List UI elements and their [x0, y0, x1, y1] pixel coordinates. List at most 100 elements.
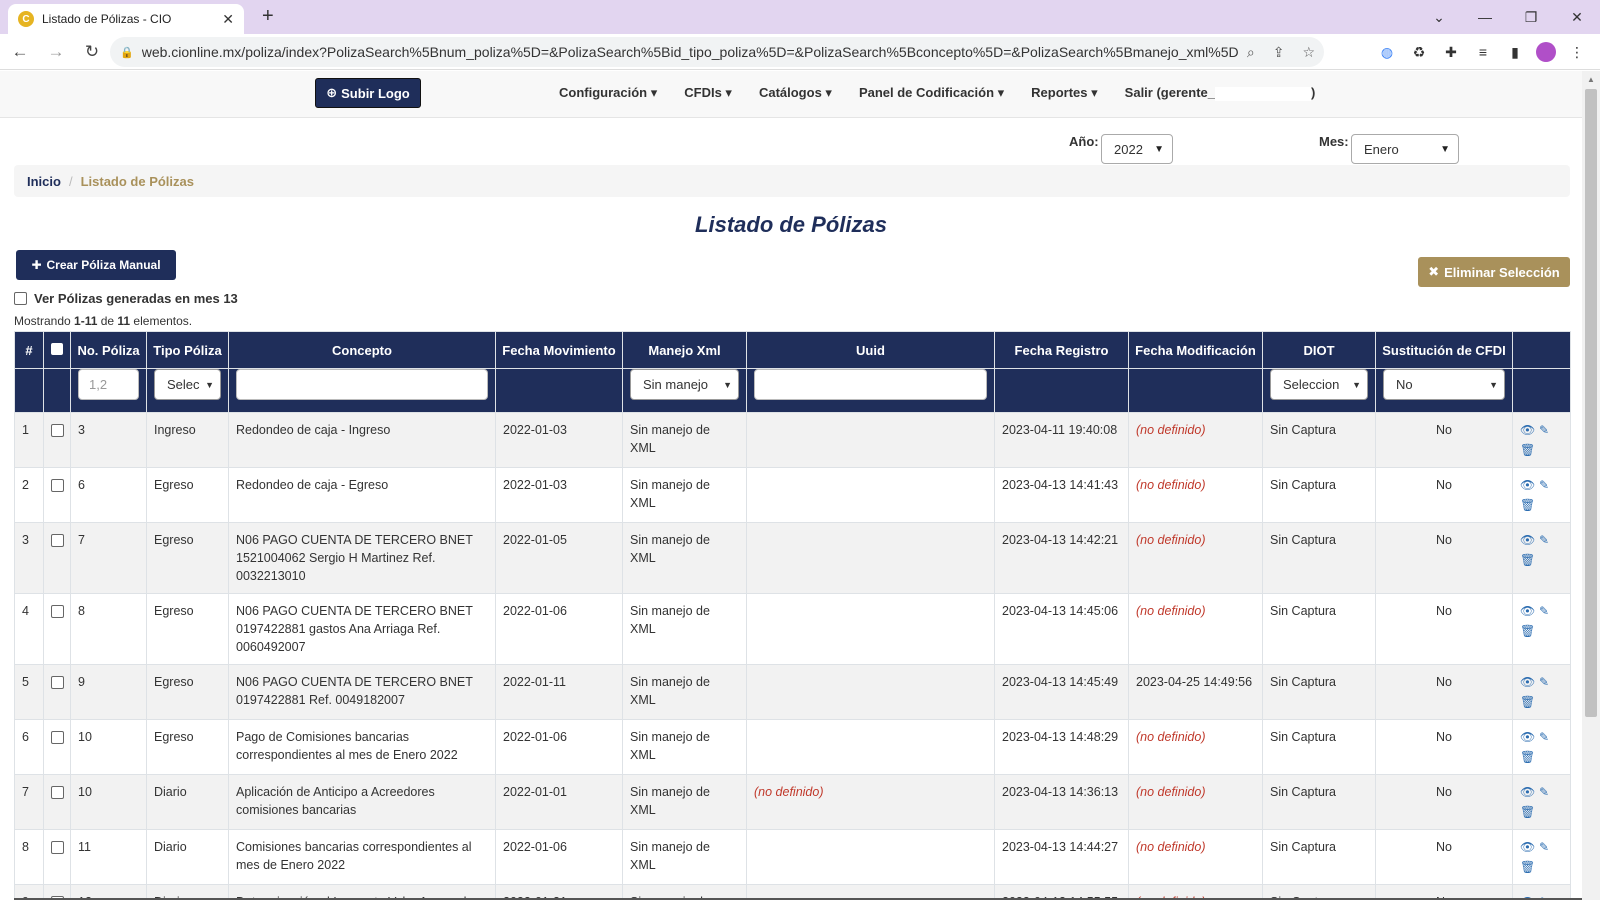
media-queue-icon[interactable]: ≡: [1472, 42, 1494, 62]
concepto-filter-input[interactable]: [236, 369, 488, 400]
col-header-tipo-poliza[interactable]: Tipo Póliza: [146, 331, 229, 369]
zoom-icon[interactable]: ⌕: [1247, 44, 1255, 61]
col-header-diot[interactable]: DIOT: [1262, 331, 1376, 369]
scrollbar-thumb[interactable]: [1585, 89, 1597, 717]
lock-icon[interactable]: 🔒: [120, 46, 134, 59]
month-select[interactable]: Enero ▼: [1351, 134, 1459, 164]
col-header-select-all[interactable]: [43, 331, 71, 369]
extension-g-icon[interactable]: ◍: [1376, 42, 1398, 62]
pencil-icon[interactable]: ✎: [1538, 531, 1550, 549]
trash-icon[interactable]: 🗑: [1520, 551, 1535, 569]
pencil-icon[interactable]: ✎: [1538, 783, 1550, 801]
eye-icon[interactable]: 👁: [1520, 673, 1535, 691]
cell-concepto-text: Pago de Comisiones bancarias correspondi…: [236, 730, 458, 762]
trash-icon[interactable]: 🗑: [1520, 803, 1535, 821]
cell-concepto-text: N06 PAGO CUENTA DE TERCERO BNET 01974228…: [236, 604, 473, 654]
col-header-manejo-xml[interactable]: Manejo Xml: [622, 331, 747, 369]
cell-sustitucion: No: [1375, 829, 1513, 885]
col-header-concepto[interactable]: Concepto: [228, 331, 496, 369]
side-panel-icon[interactable]: ▮: [1504, 42, 1526, 62]
upload-logo-button[interactable]: ⊕ Subir Logo: [315, 78, 421, 108]
cell-sustitucion-text: No: [1436, 785, 1452, 799]
close-window-icon[interactable]: ✕: [1554, 0, 1600, 34]
eye-icon[interactable]: 👁: [1520, 728, 1535, 746]
pencil-icon[interactable]: ✎: [1538, 602, 1550, 620]
tipo-poliza-filter-select[interactable]: Selec ▼: [154, 369, 221, 400]
col-header-no-poliza[interactable]: No. Póliza: [70, 331, 147, 369]
summary-prefix: Mostrando: [14, 314, 75, 328]
row-checkbox[interactable]: [51, 676, 64, 689]
pencil-icon[interactable]: ✎: [1538, 673, 1550, 691]
col-header-uuid[interactable]: Uuid: [746, 331, 995, 369]
row-checkbox[interactable]: [51, 534, 64, 547]
sustitucion-filter-select[interactable]: No ▼: [1383, 369, 1505, 400]
back-icon[interactable]: ←: [4, 42, 36, 62]
row-checkbox[interactable]: [51, 479, 64, 492]
eye-icon[interactable]: 👁: [1520, 421, 1535, 439]
menu-catalogos[interactable]: Catálogos ▾: [759, 85, 832, 101]
bookmark-star-icon[interactable]: ☆: [1302, 44, 1315, 61]
col-header-sustitucion-cfdi[interactable]: Sustitución de CFDI: [1375, 331, 1513, 369]
row-checkbox[interactable]: [51, 424, 64, 437]
row-action-icons: 👁✎🗑: [1520, 476, 1550, 514]
manejo-xml-filter-select[interactable]: Sin manejo ▼: [630, 369, 739, 400]
close-tab-icon[interactable]: ✕: [222, 11, 234, 28]
select-all-checkbox[interactable]: [51, 342, 63, 355]
row-checkbox[interactable]: [51, 841, 64, 854]
diot-filter-select[interactable]: Seleccion ▼: [1270, 369, 1368, 400]
eye-icon[interactable]: 👁: [1520, 602, 1535, 620]
row-checkbox[interactable]: [51, 605, 64, 618]
pencil-icon[interactable]: ✎: [1538, 421, 1550, 439]
uuid-filter-input[interactable]: [754, 369, 987, 400]
page-scrollbar[interactable]: ▲: [1582, 71, 1600, 900]
trash-icon[interactable]: 🗑: [1520, 748, 1535, 766]
num-poliza-filter-input[interactable]: 1,2: [78, 369, 139, 400]
url-text[interactable]: web.cionline.mx/poliza/index?PolizaSearc…: [142, 44, 1238, 60]
year-select[interactable]: 2022 ▼: [1101, 134, 1173, 164]
row-checkbox[interactable]: [51, 731, 64, 744]
mes13-toggle[interactable]: Ver Pólizas generadas en mes 13: [14, 291, 238, 306]
trash-icon[interactable]: 🗑: [1520, 496, 1535, 514]
extensions-puzzle-icon[interactable]: ✚: [1440, 42, 1462, 62]
eye-icon[interactable]: 👁: [1520, 531, 1535, 549]
scroll-up-icon[interactable]: ▲: [1587, 75, 1595, 84]
eye-icon[interactable]: 👁: [1520, 783, 1535, 801]
trash-icon[interactable]: 🗑: [1520, 858, 1535, 876]
menu-configuracion[interactable]: Configuración ▾: [559, 85, 657, 101]
tab-search-icon[interactable]: ⌄: [1416, 0, 1462, 34]
share-icon[interactable]: ⇪: [1273, 44, 1285, 61]
eye-icon[interactable]: 👁: [1520, 476, 1535, 494]
extension-recycle-icon[interactable]: ♻: [1408, 42, 1430, 62]
breadcrumb-home-link[interactable]: Inicio: [27, 174, 61, 189]
new-tab-icon[interactable]: +: [262, 5, 274, 28]
forward-icon[interactable]: →: [40, 42, 72, 62]
create-manual-poliza-button[interactable]: ✚ Crear Póliza Manual: [16, 250, 176, 280]
browser-menu-icon[interactable]: ⋮: [1566, 42, 1588, 62]
col-header-fecha-movimiento[interactable]: Fecha Movimiento: [495, 331, 623, 369]
restore-icon[interactable]: ❐: [1508, 0, 1554, 34]
col-header-fecha-modificacion[interactable]: Fecha Modificación: [1128, 331, 1263, 369]
trash-icon[interactable]: 🗑: [1520, 622, 1535, 640]
menu-cfdis[interactable]: CFDIs ▾: [684, 85, 732, 101]
trash-icon[interactable]: 🗑: [1520, 441, 1535, 459]
logout-link[interactable]: Salir (gerente_): [1125, 85, 1315, 101]
delete-selection-button[interactable]: ✖ Eliminar Selección: [1418, 257, 1570, 287]
menu-reportes[interactable]: Reportes ▾: [1031, 85, 1098, 101]
pencil-icon[interactable]: ✎: [1538, 728, 1550, 746]
address-bar[interactable]: 🔒 web.cionline.mx/poliza/index?PolizaSea…: [110, 37, 1324, 67]
reload-icon[interactable]: ↻: [76, 42, 108, 62]
browser-tab[interactable]: C Listado de Pólizas - CIO ✕: [8, 4, 244, 34]
pencil-icon[interactable]: ✎: [1538, 476, 1550, 494]
cell-concepto: N06 PAGO CUENTA DE TERCERO BNET 15210040…: [228, 522, 496, 594]
row-checkbox[interactable]: [51, 786, 64, 799]
profile-avatar[interactable]: [1536, 42, 1556, 62]
mes13-checkbox[interactable]: [14, 292, 27, 305]
row-index-text: 2: [22, 478, 29, 492]
trash-icon[interactable]: 🗑: [1520, 693, 1535, 711]
pencil-icon[interactable]: ✎: [1538, 838, 1550, 856]
col-header-fecha-registro[interactable]: Fecha Registro: [994, 331, 1129, 369]
menu-panel-codificacion[interactable]: Panel de Codificación ▾: [859, 85, 1004, 101]
table-row: 2 6 Egreso Redondeo de caja - Egreso 2022-01…: [14, 467, 1571, 523]
eye-icon[interactable]: 👁: [1520, 838, 1535, 856]
minimize-icon[interactable]: —: [1462, 0, 1508, 34]
